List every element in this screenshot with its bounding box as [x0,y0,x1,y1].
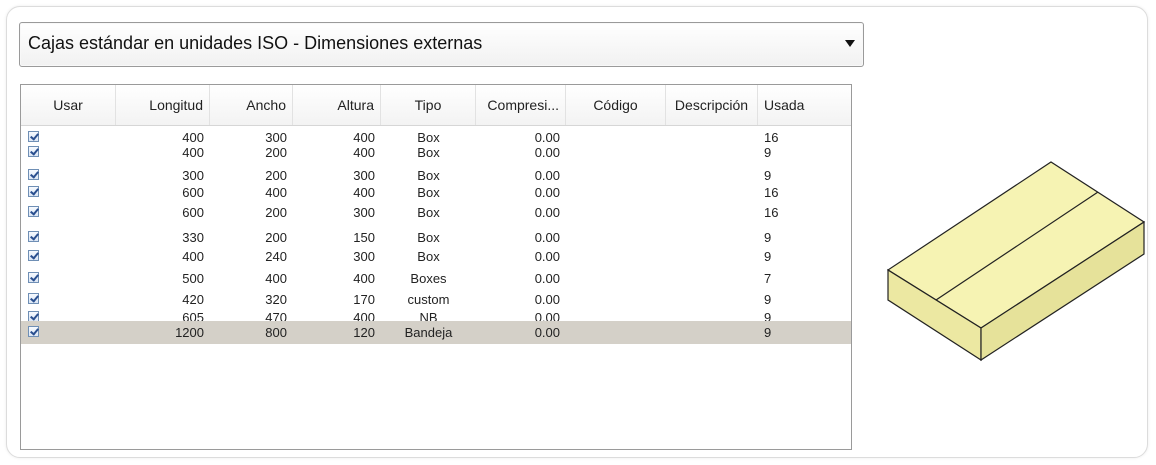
cell-usada: 7 [764,271,772,286]
table-row[interactable]: 400 240 300 Box 0.00 9 [21,245,851,268]
table-row[interactable]: 1200 800 120 Bandeja 0.00 9 [21,321,851,344]
cell-usada: 9 [764,325,772,340]
box-standard-select-value: Cajas estándar en unidades ISO - Dimensi… [28,33,483,53]
table-row[interactable]: 400 200 400 Box 0.00 9 [21,141,851,164]
usar-checkbox[interactable] [28,206,39,217]
column-header-longitud[interactable]: Longitud [116,85,210,125]
box-standard-select[interactable]: Cajas estándar en unidades ISO - Dimensi… [19,22,864,67]
cell-codigo [566,141,666,164]
cell-altura: 400 [353,145,375,160]
chevron-down-icon[interactable] [845,40,855,47]
box-3d-preview-icon [886,161,1146,362]
cell-descripcion [666,321,758,344]
cell-compresion: 0.00 [534,271,560,286]
column-header-ancho[interactable]: Ancho [210,85,293,125]
cell-ancho: 240 [265,249,287,264]
cell-usada: 9 [764,249,772,264]
cell-compresion: 0.00 [534,205,560,220]
cell-descripcion [666,245,758,268]
column-header-tipo[interactable]: Tipo [381,85,476,125]
cell-compresion: 0.00 [534,145,560,160]
box-list-table: Usar Longitud Ancho Altura Tipo Compresi… [20,84,852,450]
cell-tipo: Box [417,249,440,264]
cell-codigo [566,201,666,224]
cell-descripcion [666,141,758,164]
cell-tipo: Box [417,205,440,220]
column-header-descripcion[interactable]: Descripción [666,85,758,125]
cell-tipo: Box [417,145,440,160]
table-header: Usar Longitud Ancho Altura Tipo Compresi… [21,85,851,126]
usar-checkbox[interactable] [28,186,39,197]
table-row[interactable]: 600 200 300 Box 0.00 16 [21,201,851,224]
table-row[interactable]: 500 400 400 Boxes 0.00 7 [21,267,851,290]
cell-descripcion [666,267,758,290]
usar-checkbox[interactable] [28,146,39,157]
usar-checkbox[interactable] [28,272,39,283]
cell-longitud: 1200 [175,325,204,340]
cell-ancho: 200 [265,205,287,220]
usar-checkbox[interactable] [28,250,39,261]
cell-codigo [566,267,666,290]
usar-checkbox[interactable] [28,326,39,337]
cell-altura: 120 [353,325,375,340]
column-header-usada[interactable]: Usada [758,85,851,125]
usar-checkbox[interactable] [28,231,39,242]
cell-altura: 300 [353,249,375,264]
cell-tipo: Bandeja [404,325,453,340]
cell-compresion: 0.00 [534,325,560,340]
cell-longitud: 400 [182,145,204,160]
cell-codigo [566,245,666,268]
cell-codigo [566,321,666,344]
usar-checkbox[interactable] [28,293,39,304]
column-header-usar[interactable]: Usar [21,85,116,125]
cell-ancho: 400 [265,271,287,286]
cell-altura: 400 [353,271,375,286]
cell-altura: 300 [353,205,375,220]
cell-tipo: Boxes [410,271,447,286]
cell-longitud: 400 [182,249,204,264]
column-header-compresion[interactable]: Compresi... [476,85,566,125]
cell-longitud: 600 [182,205,204,220]
cell-usada: 9 [764,145,772,160]
cell-longitud: 500 [182,271,204,286]
cell-ancho: 200 [265,145,287,160]
column-header-codigo[interactable]: Código [566,85,666,125]
cell-ancho: 800 [265,325,287,340]
cell-usada: 16 [764,205,779,220]
usar-checkbox[interactable] [28,169,39,180]
cell-descripcion [666,201,758,224]
column-header-altura[interactable]: Altura [293,85,381,125]
cell-compresion: 0.00 [534,249,560,264]
